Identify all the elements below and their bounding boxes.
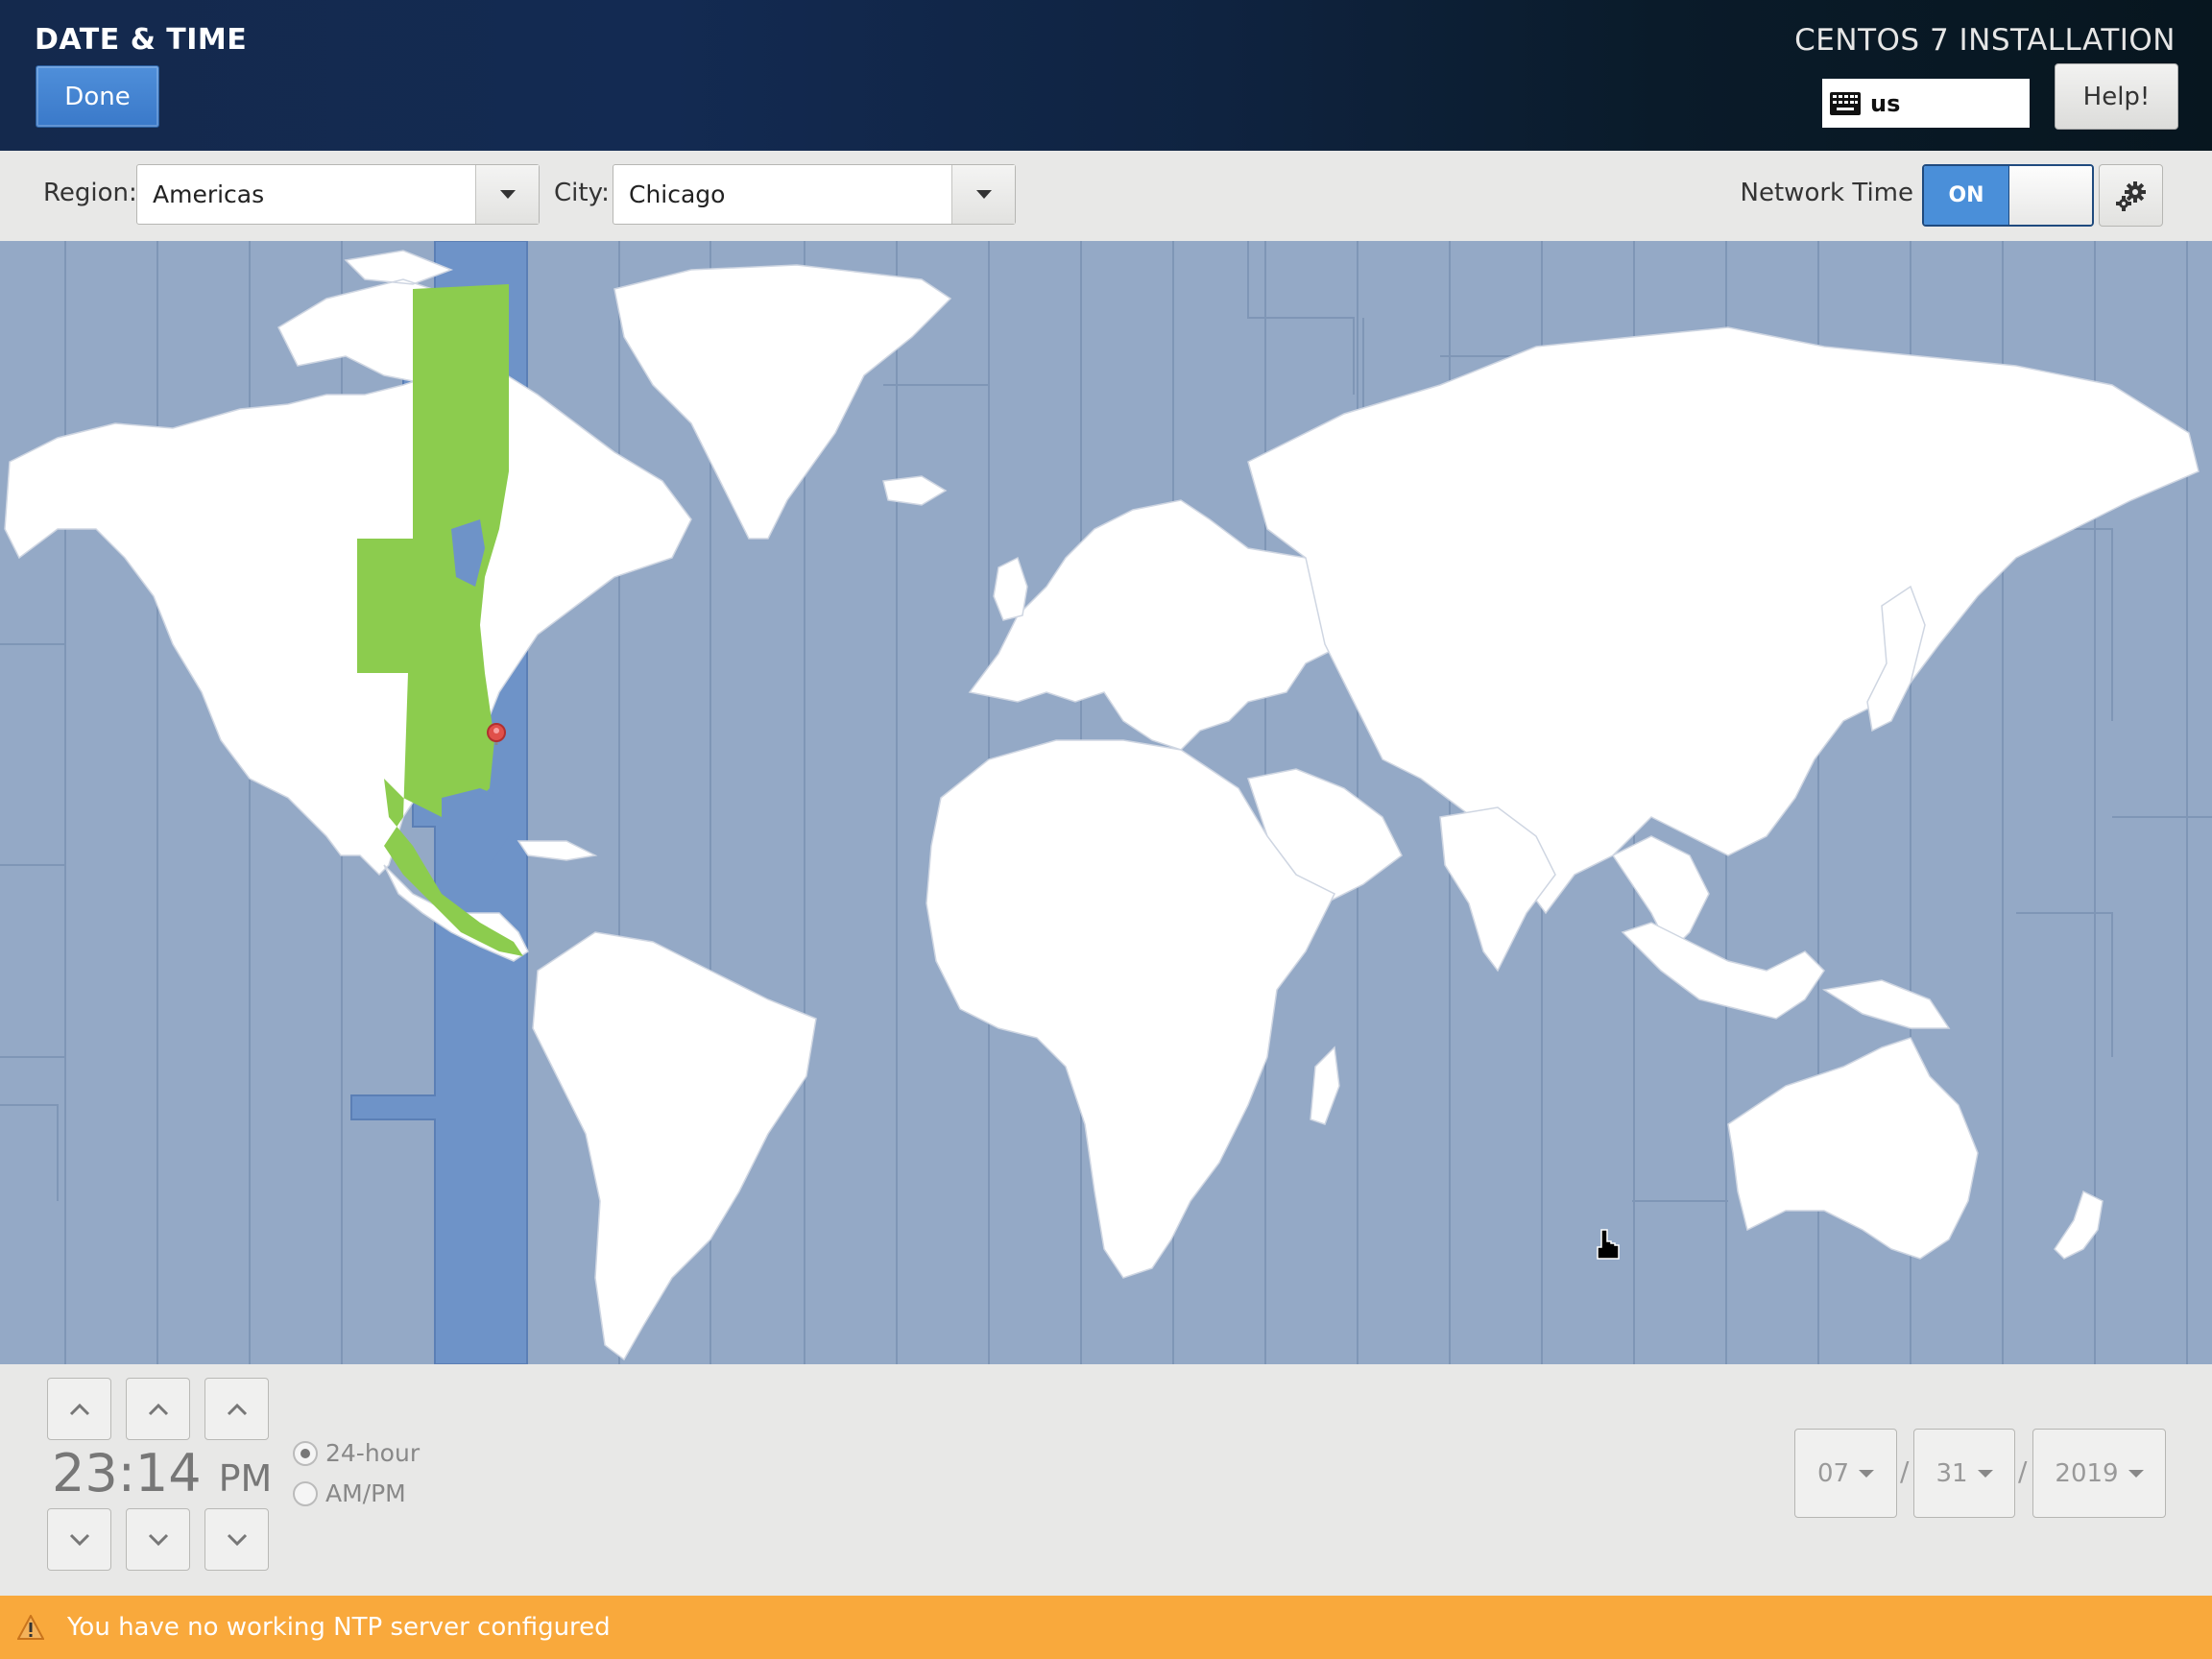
landmasses bbox=[4, 250, 2200, 1361]
chevron-down-icon bbox=[975, 190, 992, 199]
month-combobox[interactable]: 07 bbox=[1794, 1429, 1897, 1518]
network-time-label: Network Time bbox=[1740, 179, 1913, 207]
radio-24-hour[interactable]: 24-hour bbox=[293, 1439, 420, 1467]
gear-icon bbox=[2115, 180, 2146, 211]
mouse-cursor-hand-icon bbox=[1597, 1229, 1620, 1260]
chevron-up-icon bbox=[69, 1403, 89, 1415]
land-north-america bbox=[4, 365, 692, 877]
city-label: City: bbox=[554, 179, 610, 207]
land-indonesia bbox=[1621, 922, 1825, 1020]
region-combobox[interactable]: Americas bbox=[136, 164, 540, 225]
time-separator: : bbox=[117, 1443, 135, 1503]
land-south-america bbox=[532, 931, 817, 1361]
region-value: Americas bbox=[153, 180, 265, 208]
land-madagascar bbox=[1310, 1046, 1340, 1125]
warning-message: You have no working NTP server configure… bbox=[67, 1613, 611, 1642]
page-title: DATE & TIME bbox=[35, 23, 248, 57]
region-label: Region: bbox=[43, 179, 137, 207]
city-value: Chicago bbox=[629, 180, 726, 208]
ampm-value: PM bbox=[218, 1457, 273, 1500]
product-title: CENTOS 7 INSTALLATION bbox=[1794, 23, 2176, 58]
time-date-panel: 23 : 14 PM 24-hour AM/PM 07 / 31 / 2019 bbox=[0, 1364, 2212, 1596]
city-dropdown-button[interactable] bbox=[951, 165, 1015, 224]
minutes-value: 14 bbox=[134, 1443, 202, 1503]
hours-value: 23 bbox=[52, 1443, 118, 1503]
world-map[interactable] bbox=[0, 241, 2212, 1364]
day-value: 31 bbox=[1936, 1458, 1968, 1488]
hours-down-button[interactable] bbox=[47, 1508, 111, 1571]
done-button[interactable]: Done bbox=[36, 65, 159, 128]
warning-bar: You have no working NTP server configure… bbox=[0, 1596, 2212, 1659]
ampm-up-button[interactable] bbox=[204, 1378, 269, 1440]
timezone-map[interactable] bbox=[0, 241, 2212, 1364]
date-separator: / bbox=[1900, 1455, 1910, 1487]
ampm-down-button[interactable] bbox=[204, 1508, 269, 1571]
chevron-up-icon bbox=[227, 1403, 247, 1415]
chevron-down-icon bbox=[2128, 1469, 2144, 1478]
radio-24-hour-indicator[interactable] bbox=[293, 1440, 318, 1466]
chevron-down-icon bbox=[499, 190, 516, 199]
city-combobox[interactable]: Chicago bbox=[613, 164, 1016, 225]
day-combobox[interactable]: 31 bbox=[1913, 1429, 2015, 1518]
chevron-down-icon bbox=[1859, 1469, 1875, 1478]
radio-ampm[interactable]: AM/PM bbox=[293, 1479, 406, 1507]
chevron-down-icon bbox=[69, 1533, 89, 1546]
minutes-up-button[interactable] bbox=[126, 1378, 190, 1440]
radio-ampm-indicator[interactable] bbox=[293, 1480, 318, 1506]
switch-knob[interactable] bbox=[2008, 166, 2092, 225]
chevron-up-icon bbox=[148, 1403, 168, 1415]
land-new-guinea bbox=[1821, 979, 1951, 1029]
network-time-switch[interactable]: ON bbox=[1922, 164, 2094, 227]
keyboard-icon bbox=[1830, 91, 1861, 115]
radio-ampm-label: AM/PM bbox=[325, 1479, 406, 1507]
keyboard-layout-indicator[interactable]: us bbox=[1822, 79, 2030, 128]
land-asia bbox=[1247, 326, 2200, 915]
keyboard-layout-value: us bbox=[1870, 89, 1901, 117]
land-caribbean bbox=[517, 840, 598, 861]
radio-24-hour-label: 24-hour bbox=[325, 1439, 421, 1467]
hours-up-button[interactable] bbox=[47, 1378, 111, 1440]
land-iceland bbox=[882, 475, 948, 506]
time-display: 23 : 14 PM bbox=[52, 1443, 272, 1503]
date-separator: / bbox=[2018, 1455, 2028, 1487]
region-dropdown-button[interactable] bbox=[475, 165, 539, 224]
ntp-settings-button[interactable] bbox=[2099, 164, 2163, 227]
year-combobox[interactable]: 2019 bbox=[2032, 1429, 2166, 1518]
warning-icon bbox=[17, 1615, 44, 1640]
chevron-down-icon bbox=[227, 1533, 247, 1546]
year-value: 2019 bbox=[2055, 1458, 2119, 1488]
month-value: 07 bbox=[1816, 1458, 1850, 1488]
header-bar: DATE & TIME Done CENTOS 7 INSTALLATION u… bbox=[0, 0, 2212, 151]
chevron-down-icon bbox=[1977, 1469, 1993, 1478]
help-button[interactable]: Help! bbox=[2055, 63, 2178, 130]
minutes-down-button[interactable] bbox=[126, 1508, 190, 1571]
timezone-toolbar: Region: Americas City: Chicago Network T… bbox=[0, 151, 2212, 241]
land-australia bbox=[1727, 1037, 1979, 1260]
chevron-down-icon bbox=[148, 1533, 168, 1546]
network-time-state: ON bbox=[1924, 166, 2008, 225]
land-uk bbox=[993, 556, 1028, 621]
